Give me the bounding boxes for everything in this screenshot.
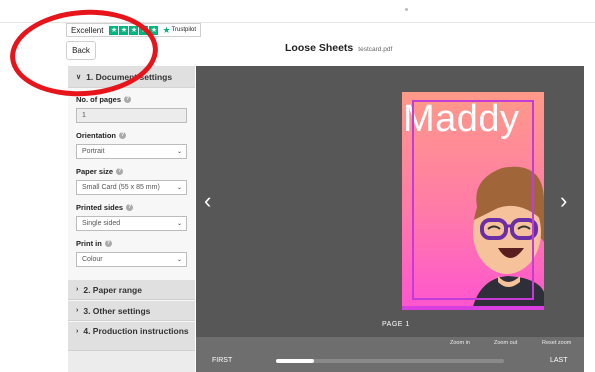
label-text: Paper size [76,167,114,176]
section-document-settings-body: No. of pages ? 1 Orientation ? Portrait … [68,88,195,279]
chevron-right-icon: › [76,286,79,293]
info-icon[interactable]: ? [119,132,127,139]
trustpilot-stars: ★ ★ ★ ★ ★ [109,25,159,35]
select-value: Portrait [82,148,105,155]
section-title: 4. Production instructions [83,326,189,336]
label-text: Printed sides [76,203,124,212]
printed-sides-select[interactable]: Single sided ⌄ [76,216,187,231]
settings-sidebar: ∨ 1. Document settings No. of pages ? 1 … [68,66,195,372]
info-icon[interactable]: ? [104,240,112,247]
page: Excellent ★ ★ ★ ★ ★ ★ Trustpilot Back Lo… [0,0,595,372]
field-label: Printed sides ? [76,203,187,212]
chevron-right-icon: › [76,328,79,335]
field-label: Paper size ? [76,167,187,176]
pages-input[interactable]: 1 [76,108,187,123]
back-button[interactable]: Back [66,41,96,60]
star-icon: ★ [109,25,119,35]
card-preview: Maddy [402,92,544,310]
trustpilot-badge[interactable]: Excellent ★ ★ ★ ★ ★ ★ Trustpilot [66,23,201,37]
star-icon: ★ [119,25,129,35]
page-header: Loose Sheets testcard.pdf [285,42,392,54]
first-page-button[interactable]: FIRST [212,357,232,364]
bleed-guide [402,306,544,310]
last-page-button[interactable]: LAST [550,357,568,364]
chevron-down-icon: ⌄ [176,221,182,227]
field-paper-size: Paper size ? Small Card (55 x 85 mm) ⌄ [76,167,187,195]
select-value: Single sided [82,220,121,227]
label-text: Print in [76,239,102,248]
chevron-down-icon: ∨ [76,73,82,81]
trustpilot-rating: Excellent [71,25,104,35]
field-label: No. of pages ? [76,95,187,104]
field-printed-sides: Printed sides ? Single sided ⌄ [76,203,187,231]
chevron-down-icon: ⌄ [176,257,182,263]
section-title: 2. Paper range [83,284,142,295]
zoom-in-button[interactable]: Zoom in [450,340,470,346]
field-label: Print in ? [76,239,187,248]
orientation-select[interactable]: Portrait ⌄ [76,144,187,159]
star-icon: ★ [139,25,149,35]
viewer-controls: Zoom in Zoom out Reset zoom FIRST LAST [196,337,584,372]
select-value: Colour [82,256,103,263]
trustpilot-logo-text: Trustpilot [171,27,196,33]
field-print-in: Print in ? Colour ⌄ [76,239,187,267]
section-document-settings-header[interactable]: ∨ 1. Document settings [68,66,195,88]
field-label: Orientation ? [76,131,187,140]
info-icon[interactable]: ? [124,96,132,103]
chevron-right-icon: › [76,307,79,314]
page-slider-thumb[interactable] [276,359,314,363]
info-icon[interactable]: ? [116,168,124,175]
reset-zoom-button[interactable]: Reset zoom [542,340,571,346]
top-dot [405,8,408,11]
chevron-left-icon[interactable]: ‹ [204,190,211,212]
document-viewer: ‹ › Maddy PAGE 1 Zoom in Zoom out Reset … [196,66,584,372]
section-title: 3. Other settings [83,305,151,316]
chevron-right-icon[interactable]: › [560,190,567,212]
section-production-instructions-header[interactable]: › 4. Production instructions [68,321,195,351]
page-label: PAGE 1 [382,321,410,328]
page-title: Loose Sheets [285,42,354,54]
info-icon[interactable]: ? [126,204,134,211]
chevron-down-icon: ⌄ [176,149,182,155]
star-icon: ★ [129,25,139,35]
file-name: testcard.pdf [358,46,393,53]
print-in-select[interactable]: Colour ⌄ [76,252,187,267]
field-orientation: Orientation ? Portrait ⌄ [76,131,187,159]
chevron-down-icon: ⌄ [176,185,182,191]
section-other-settings-header[interactable]: › 3. Other settings [68,300,195,321]
star-icon: ★ [149,25,159,35]
label-text: No. of pages [76,95,122,104]
trustpilot-logo: ★ Trustpilot [162,25,196,36]
label-text: Orientation [76,131,117,140]
section-paper-range-header[interactable]: › 2. Paper range [68,279,195,300]
paper-size-select[interactable]: Small Card (55 x 85 mm) ⌄ [76,180,187,195]
trustpilot-star-icon: ★ [162,24,171,35]
select-value: Small Card (55 x 85 mm) [82,184,160,191]
safe-area-guide [412,100,534,300]
section-title: 1. Document settings [86,71,173,82]
zoom-out-button[interactable]: Zoom out [494,340,517,346]
field-pages: No. of pages ? 1 [76,95,187,123]
